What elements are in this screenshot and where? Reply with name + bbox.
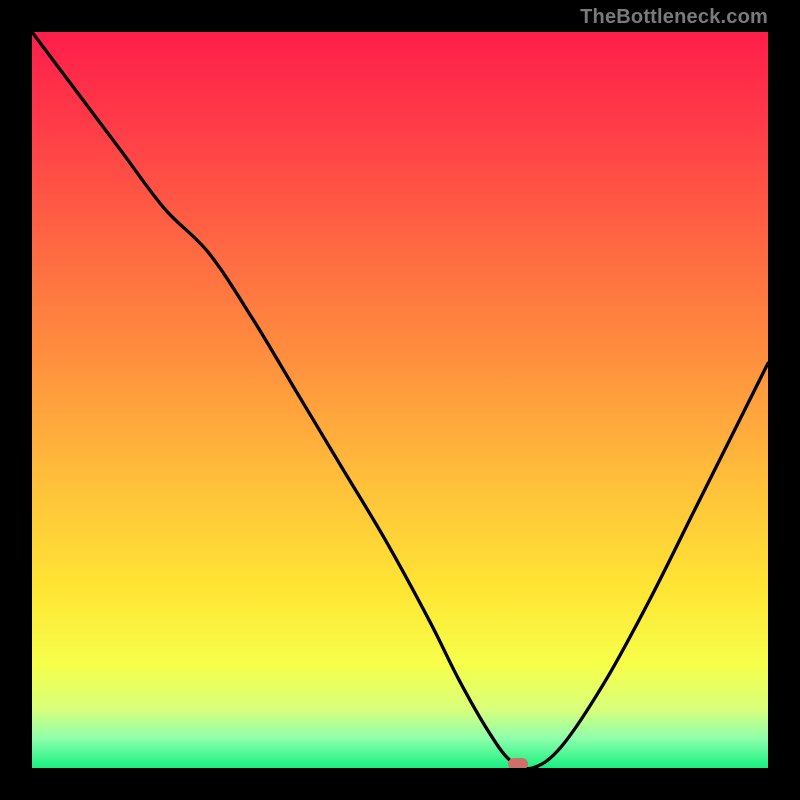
bottleneck-curve (32, 32, 768, 768)
minimum-marker (508, 758, 528, 768)
attribution-text: TheBottleneck.com (580, 6, 768, 29)
plot-area (32, 32, 768, 768)
chart-container: TheBottleneck.com (0, 0, 800, 800)
